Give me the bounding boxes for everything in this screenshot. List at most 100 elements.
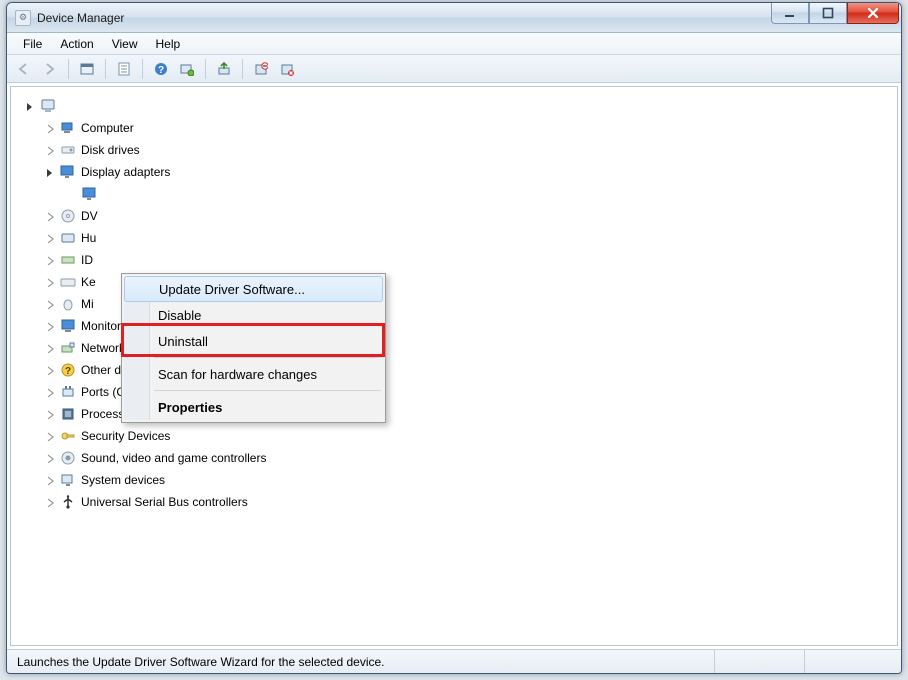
context-menu-uninstall[interactable]: Uninstall xyxy=(124,328,383,354)
properties-button[interactable] xyxy=(113,58,135,80)
menubar: File Action View Help xyxy=(7,33,901,55)
tree-item-dvd[interactable]: DV xyxy=(43,205,893,227)
tree-item-hid[interactable]: Hu xyxy=(43,227,893,249)
expand-icon[interactable] xyxy=(45,123,55,133)
context-menu-separator xyxy=(154,357,381,358)
expand-icon[interactable] xyxy=(45,475,55,485)
expand-icon[interactable] xyxy=(45,431,55,441)
status-cell-empty xyxy=(805,650,895,673)
computer-icon xyxy=(39,96,59,116)
computer-icon xyxy=(59,119,77,137)
tree-label: Ke xyxy=(81,275,96,289)
expand-icon[interactable] xyxy=(45,453,55,463)
system-icon xyxy=(59,471,77,489)
toolbar-separator xyxy=(105,59,106,79)
toolbar-separator xyxy=(142,59,143,79)
maximize-button[interactable] xyxy=(809,2,847,24)
tree-item-security[interactable]: Security Devices xyxy=(43,425,893,447)
context-menu-properties[interactable]: Properties xyxy=(124,394,383,420)
collapse-icon[interactable] xyxy=(25,101,35,111)
expand-icon[interactable] xyxy=(45,343,55,353)
network-icon xyxy=(59,339,77,357)
expand-icon[interactable] xyxy=(45,211,55,221)
scan-hardware-button[interactable] xyxy=(176,58,198,80)
tree-label: Universal Serial Bus controllers xyxy=(81,495,248,509)
tree-item-display-child-selected[interactable] xyxy=(63,183,893,205)
back-button[interactable] xyxy=(13,58,35,80)
menu-help[interactable]: Help xyxy=(148,35,189,53)
forward-button[interactable] xyxy=(39,58,61,80)
expand-icon[interactable] xyxy=(45,255,55,265)
collapse-icon[interactable] xyxy=(45,167,55,177)
tree-item-system-devices[interactable]: System devices xyxy=(43,469,893,491)
context-menu: Update Driver Software... Disable Uninst… xyxy=(121,273,386,423)
tree-label: Security Devices xyxy=(81,429,170,443)
minimize-button[interactable] xyxy=(771,2,809,24)
tree-item-ide[interactable]: ID xyxy=(43,249,893,271)
monitor-icon xyxy=(59,317,77,335)
tree-item-sound[interactable]: Sound, video and game controllers xyxy=(43,447,893,469)
toolbar: ? xyxy=(7,55,901,83)
expand-icon[interactable] xyxy=(45,321,55,331)
menu-view[interactable]: View xyxy=(104,35,146,53)
update-driver-button[interactable] xyxy=(213,58,235,80)
mouse-icon xyxy=(59,295,77,313)
context-menu-label: Disable xyxy=(158,308,201,323)
statusbar: Launches the Update Driver Software Wiza… xyxy=(7,649,901,673)
help-button[interactable]: ? xyxy=(150,58,172,80)
expand-icon[interactable] xyxy=(45,277,55,287)
tree-label: Mi xyxy=(81,297,94,311)
context-menu-label: Scan for hardware changes xyxy=(158,367,317,382)
speaker-icon xyxy=(59,449,77,467)
context-menu-disable[interactable]: Disable xyxy=(124,302,383,328)
tree-item-computer[interactable]: Computer xyxy=(43,117,893,139)
app-icon: ⚙ xyxy=(15,10,31,26)
context-menu-label: Properties xyxy=(158,400,222,415)
tree-label: System devices xyxy=(81,473,165,487)
menu-file[interactable]: File xyxy=(15,35,50,53)
tree-root[interactable] xyxy=(23,95,893,117)
expand-icon[interactable] xyxy=(45,145,55,155)
context-menu-scan[interactable]: Scan for hardware changes xyxy=(124,361,383,387)
expand-icon[interactable] xyxy=(45,299,55,309)
tree-label: Sound, video and game controllers xyxy=(81,451,266,465)
svg-text:?: ? xyxy=(158,65,164,76)
expand-icon[interactable] xyxy=(45,387,55,397)
tree-label: ID xyxy=(81,253,93,267)
toolbar-separator xyxy=(205,59,206,79)
tree-item-usb[interactable]: Universal Serial Bus controllers xyxy=(43,491,893,513)
display-icon xyxy=(59,163,77,181)
window-title: Device Manager xyxy=(37,11,124,25)
cpu-icon xyxy=(59,405,77,423)
tree-label: DV xyxy=(81,209,98,223)
ide-icon xyxy=(59,251,77,269)
show-hidden-button[interactable] xyxy=(76,58,98,80)
context-menu-label: Update Driver Software... xyxy=(159,282,305,297)
hid-icon xyxy=(59,229,77,247)
menu-action[interactable]: Action xyxy=(52,35,101,53)
disable-button[interactable] xyxy=(276,58,298,80)
titlebar[interactable]: ⚙ Device Manager xyxy=(7,3,901,33)
expand-icon[interactable] xyxy=(45,365,55,375)
expand-icon[interactable] xyxy=(45,409,55,419)
close-button[interactable] xyxy=(847,2,899,24)
port-icon xyxy=(59,383,77,401)
svg-text:?: ? xyxy=(65,366,71,377)
usb-icon xyxy=(59,493,77,511)
expand-icon[interactable] xyxy=(45,233,55,243)
context-menu-label: Uninstall xyxy=(158,334,208,349)
uninstall-button[interactable] xyxy=(250,58,272,80)
unknown-icon: ? xyxy=(59,361,77,379)
context-menu-update-driver[interactable]: Update Driver Software... xyxy=(124,276,383,302)
tree-panel[interactable]: Computer Disk drives Display adapters xyxy=(10,86,898,646)
status-text-cell: Launches the Update Driver Software Wiza… xyxy=(13,650,715,673)
tree-item-disk-drives[interactable]: Disk drives xyxy=(43,139,893,161)
status-text: Launches the Update Driver Software Wiza… xyxy=(17,655,385,669)
context-menu-separator xyxy=(154,390,381,391)
toolbar-separator xyxy=(68,59,69,79)
display-icon xyxy=(81,185,99,203)
tree-label: Disk drives xyxy=(81,143,140,157)
expand-icon[interactable] xyxy=(45,497,55,507)
dvd-icon xyxy=(59,207,77,225)
tree-item-display-adapters[interactable]: Display adapters xyxy=(43,161,893,183)
